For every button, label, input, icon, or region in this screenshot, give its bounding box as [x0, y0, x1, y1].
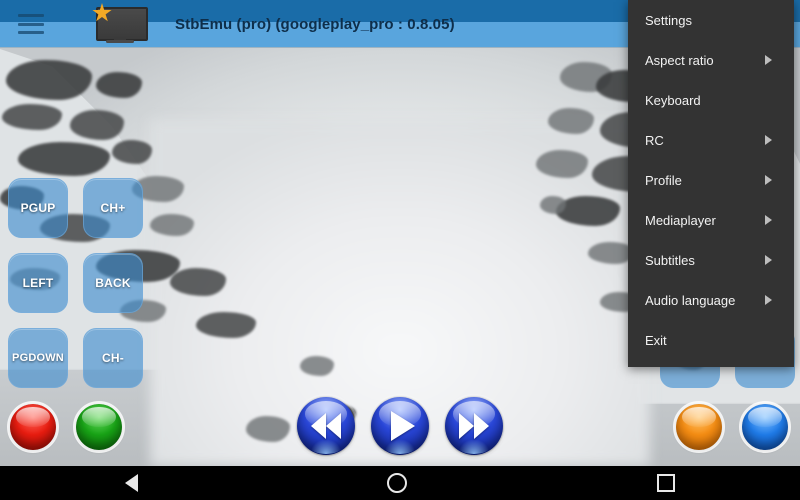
rc-button-pgup[interactable]: PGUP [8, 178, 68, 238]
button-highlight [82, 407, 116, 428]
chevron-right-icon [765, 215, 772, 225]
menu-item-label: Exit [645, 332, 667, 348]
page-title: StbEmu (pro) (googleplay_pro : 0.8.05) [175, 15, 455, 33]
menu-item-profile[interactable]: Profile [628, 160, 794, 200]
play-button[interactable] [368, 394, 432, 458]
rewind-icon [311, 413, 341, 439]
rc-button-label: CH- [102, 351, 124, 365]
home-icon[interactable] [387, 473, 408, 493]
rewind-tri [311, 413, 326, 439]
menu-item-label: Settings [645, 12, 692, 28]
chevron-right-icon [765, 55, 772, 65]
rc-button-label: PGDOWN [12, 352, 64, 364]
menu-item-label: Mediaplayer [645, 212, 716, 228]
button-underglow [309, 438, 343, 454]
rc-button-left[interactable]: LEFT [8, 253, 68, 313]
hamburger-line [18, 31, 44, 34]
tv-base-shape [106, 40, 134, 43]
rock-patch [300, 356, 334, 376]
menu-item-audio-language[interactable]: Audio language [628, 280, 794, 320]
button-highlight [16, 407, 50, 428]
hamburger-line [18, 14, 44, 17]
menu-item-rc[interactable]: RC [628, 120, 794, 160]
hamburger-icon[interactable] [18, 14, 44, 34]
hamburger-line [18, 22, 44, 26]
app-root: StbEmu (pro) (googleplay_pro : 0.8.05) P… [0, 0, 800, 500]
menu-item-label: Subtitles [645, 252, 695, 268]
button-highlight [748, 407, 782, 428]
rc-button-back[interactable]: BACK [83, 253, 143, 313]
rc-button-label: PGUP [20, 201, 56, 215]
menu-item-aspect-ratio[interactable]: Aspect ratio [628, 40, 794, 80]
button-underglow [383, 438, 417, 454]
back-icon[interactable] [124, 474, 138, 492]
rewind-button[interactable] [294, 394, 358, 458]
chevron-right-icon [765, 175, 772, 185]
red-button[interactable] [7, 401, 59, 453]
fast-forward-icon [459, 413, 489, 439]
menu-item-keyboard[interactable]: Keyboard [628, 80, 794, 120]
menu-item-label: Keyboard [645, 92, 701, 108]
menu-item-label: Profile [645, 172, 682, 188]
fast-forward-button[interactable] [442, 394, 506, 458]
menu-item-label: RC [645, 132, 664, 148]
rc-button-pgdown[interactable]: PGDOWN [8, 328, 68, 388]
chevron-right-icon [765, 135, 772, 145]
menu-item-label: Aspect ratio [645, 52, 714, 68]
recents-icon[interactable] [657, 474, 676, 492]
rc-button-label: LEFT [22, 276, 54, 290]
menu-item-settings[interactable]: Settings [628, 0, 794, 40]
rc-button-chdown[interactable]: CH- [83, 328, 143, 388]
menu-item-exit[interactable]: Exit [628, 320, 794, 360]
rock-patch [548, 108, 594, 134]
rc-button-label: BACK [95, 276, 131, 290]
menu-item-subtitles[interactable]: Subtitles [628, 240, 794, 280]
menu-item-mediaplayer[interactable]: Mediaplayer [628, 200, 794, 240]
rc-button-label: CH+ [100, 201, 126, 215]
ff-tri [459, 413, 474, 439]
rock-patch [246, 416, 290, 442]
chevron-right-icon [765, 295, 772, 305]
rewind-tri [326, 413, 341, 439]
play-icon [391, 411, 415, 441]
android-nav-bar [0, 466, 800, 500]
ff-tri [474, 413, 489, 439]
options-menu: Settings Aspect ratio Keyboard RC Profil… [628, 0, 794, 367]
blue-button[interactable] [739, 401, 791, 453]
green-button[interactable] [73, 401, 125, 453]
tv-star-icon [92, 3, 148, 44]
orange-button[interactable] [673, 401, 725, 453]
menu-item-label: Audio language [645, 292, 736, 308]
rc-button-chup[interactable]: CH+ [83, 178, 143, 238]
chevron-right-icon [765, 255, 772, 265]
rock-patch [112, 140, 152, 164]
button-highlight [682, 407, 716, 428]
button-underglow [457, 438, 491, 454]
rock-patch [540, 196, 566, 214]
rock-patch [96, 72, 142, 98]
rock-patch [150, 214, 194, 236]
